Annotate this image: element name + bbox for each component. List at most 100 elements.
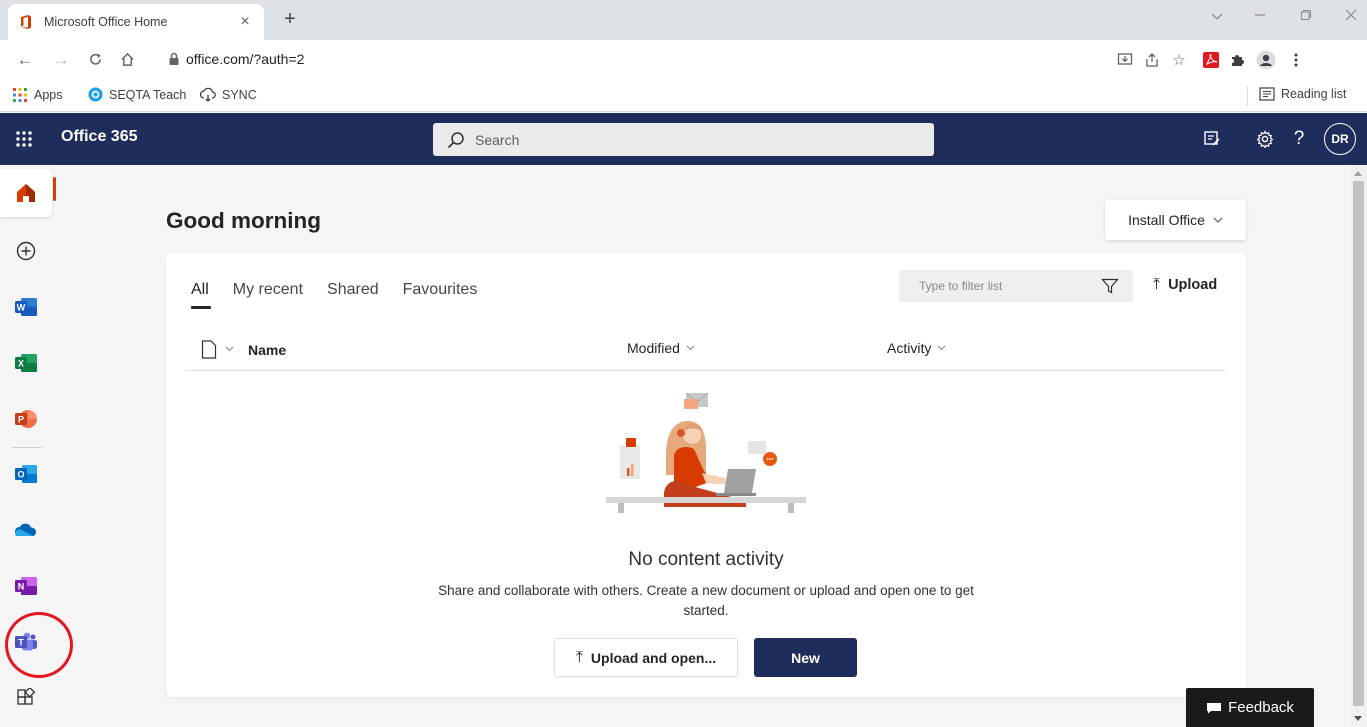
tab-all[interactable]: All (191, 281, 211, 309)
file-tabs: All My recent Shared Favourites (191, 281, 501, 309)
install-app-icon[interactable] (1114, 49, 1136, 71)
office-logo-icon (21, 15, 31, 29)
minimize-icon[interactable] (1245, 8, 1275, 24)
scroll-thumb[interactable] (1353, 181, 1364, 706)
column-header-activity[interactable]: Activity (887, 340, 946, 356)
column-header-name[interactable]: Name (201, 340, 286, 359)
excel-icon: X (15, 354, 37, 372)
search-input[interactable] (475, 131, 895, 148)
rail-separator (12, 447, 42, 448)
rail-home[interactable] (0, 169, 52, 217)
browser-tab-strip: Microsoft Office Home × + (0, 0, 1367, 40)
forward-arrow-icon[interactable]: → (50, 50, 72, 70)
word-icon: W (15, 298, 37, 316)
bookmark-apps[interactable]: Apps (12, 87, 63, 103)
share-icon[interactable] (1141, 49, 1163, 71)
column-header-modified[interactable]: Modified (627, 340, 695, 356)
feedback-button[interactable]: Feedback (1186, 688, 1314, 727)
upload-arrow-icon: ⤒ (575, 648, 583, 666)
rail-excel[interactable]: X (0, 339, 52, 387)
feedback-message-icon (1207, 702, 1222, 713)
new-document-button[interactable]: New (754, 638, 857, 677)
create-plus-icon (16, 241, 36, 261)
chevron-down-icon (1213, 215, 1223, 226)
search-box[interactable] (433, 123, 934, 156)
user-avatar[interactable]: DR (1324, 123, 1356, 155)
bookmarks-separator (1247, 86, 1248, 106)
reading-list-label: Reading list (1281, 87, 1347, 101)
chevron-down-icon (225, 344, 234, 355)
settings-gear-icon[interactable] (1252, 126, 1278, 152)
empty-state-title: No content activity (628, 549, 784, 570)
sync-icon (200, 87, 216, 102)
tab-search-icon[interactable] (1202, 8, 1232, 24)
upload-and-open-label: Upload and open... (590, 649, 717, 666)
rail-active-indicator (53, 177, 56, 201)
page-scrollbar[interactable] (1350, 165, 1367, 727)
empty-state-description: Share and collaborate with others. Creat… (438, 583, 974, 618)
bookmark-star-icon[interactable]: ☆ (1168, 49, 1190, 71)
rail-word[interactable]: W (0, 283, 52, 331)
install-office-label: Install Office (1128, 212, 1205, 228)
empty-state-illustration (606, 392, 806, 513)
file-type-icon (201, 340, 217, 359)
bookmarks-bar: Apps SEQTA Teach SYNC Reading list (0, 80, 1367, 112)
home-icon[interactable] (116, 50, 138, 72)
bookmark-label: SYNC (222, 87, 257, 102)
powerpoint-icon: P (15, 410, 37, 428)
profile-icon[interactable] (1255, 49, 1277, 71)
rail-onedrive[interactable] (0, 506, 52, 554)
browser-toolbar: ← → office.com/?auth=2 ☆ (0, 40, 1367, 80)
back-arrow-icon[interactable]: ← (14, 50, 36, 70)
tab-my-recent[interactable]: My recent (233, 281, 303, 309)
help-icon[interactable]: ? (1286, 126, 1312, 152)
reading-list-button[interactable]: Reading list (1259, 87, 1346, 101)
rail-powerpoint[interactable]: P (0, 395, 52, 443)
rail-onenote[interactable]: N (0, 562, 52, 610)
new-tab-button[interactable]: + (278, 8, 302, 31)
tab-shared[interactable]: Shared (327, 281, 379, 309)
rail-create[interactable] (0, 227, 52, 275)
reload-icon[interactable] (84, 50, 106, 72)
restore-icon[interactable] (1291, 8, 1321, 24)
column-activity-label: Activity (887, 340, 932, 356)
filter-input[interactable] (919, 279, 1089, 293)
browser-tab-title: Microsoft Office Home (44, 15, 168, 29)
close-tab-icon[interactable]: × (236, 13, 254, 31)
browser-menu-icon[interactable] (1285, 49, 1307, 71)
bookmark-label: SEQTA Teach (109, 87, 187, 102)
feedback-label: Feedback (1228, 699, 1294, 716)
upload-button[interactable]: ⤒ Upload (1153, 276, 1217, 294)
tab-favourites[interactable]: Favourites (403, 281, 478, 309)
rail-outlook[interactable]: O (0, 450, 52, 498)
filter-box[interactable] (899, 270, 1133, 302)
office-365-brand[interactable]: Office 365 (61, 128, 137, 146)
bookmark-label: Apps (34, 88, 63, 102)
lock-icon[interactable] (168, 52, 180, 66)
home-icon (17, 184, 35, 202)
bookmark-seqta-teach[interactable]: SEQTA Teach (88, 87, 186, 102)
bookmark-sync[interactable]: SYNC (200, 87, 257, 102)
upload-arrow-icon: ⤒ (1153, 276, 1161, 293)
scroll-up-arrow-icon[interactable] (1354, 171, 1362, 176)
filter-funnel-icon[interactable] (1101, 277, 1119, 295)
browser-tab[interactable]: Microsoft Office Home × (8, 4, 264, 40)
svg-text:P: P (18, 415, 24, 425)
office-header: Office 365 ? DR (0, 113, 1367, 165)
install-office-button[interactable]: Install Office (1105, 200, 1246, 240)
my-day-icon[interactable] (1199, 126, 1225, 152)
upload-and-open-button[interactable]: ⤒ Upload and open... (554, 638, 738, 677)
extensions-puzzle-icon[interactable] (1227, 49, 1249, 71)
svg-text:N: N (18, 582, 25, 592)
column-divider (186, 370, 1226, 371)
close-window-icon[interactable] (1336, 8, 1366, 24)
scroll-down-arrow-icon[interactable] (1354, 716, 1362, 721)
all-apps-icon (17, 688, 36, 705)
apps-grid-icon (12, 87, 28, 103)
rail-all-apps[interactable] (0, 674, 52, 722)
address-bar-url[interactable]: office.com/?auth=2 (186, 51, 304, 67)
outlook-icon: O (15, 465, 37, 483)
acrobat-extension-icon[interactable] (1200, 49, 1222, 71)
app-launcher-icon[interactable] (14, 129, 34, 149)
teams-highlight-annotation (5, 612, 73, 678)
